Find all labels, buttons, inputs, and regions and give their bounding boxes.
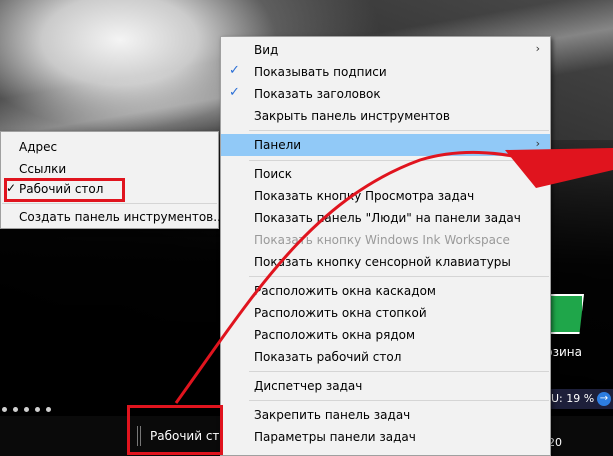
annotation-box-submenu (4, 178, 125, 202)
menu-item-people[interactable]: Показать панель "Люди" на панели задач (221, 207, 550, 229)
menu-item-task-view[interactable]: Показать кнопку Просмотра задач (221, 185, 550, 207)
annotation-box-taskbar (127, 405, 223, 455)
cpu-indicator[interactable]: U: 19 % → (545, 389, 613, 409)
menu-item-panels[interactable]: Панели › (221, 134, 550, 156)
menu-item-close-toolbar[interactable]: Закрыть панель инструментов (221, 105, 550, 127)
separator (249, 371, 549, 372)
recycle-bin-icon[interactable] (546, 294, 584, 334)
submenu-item-links[interactable]: Ссылки (1, 158, 218, 180)
chevron-right-icon: › (535, 42, 540, 55)
menu-item-ink-workspace: Показать кнопку Windows Ink Workspace (254, 233, 510, 247)
arrow-right-icon[interactable]: → (597, 392, 611, 406)
menu-item-task-manager[interactable]: Диспетчер задач (221, 375, 550, 397)
separator (249, 160, 549, 161)
separator (249, 400, 549, 401)
taskbar-context-menu: Вид › ✓ Показывать подписи ✓ Показать за… (220, 36, 551, 456)
checkmark-icon: ✓ (229, 63, 240, 78)
menu-item-show-labels[interactable]: ✓ Показывать подписи (221, 61, 550, 83)
submenu-item-create-toolbar[interactable]: Создать панель инструментов... (1, 206, 225, 228)
menu-item-show-desktop[interactable]: Показать рабочий стол (221, 346, 550, 368)
menu-item-lock-taskbar[interactable]: Закрепить панель задач (221, 404, 550, 426)
separator (249, 276, 549, 277)
taskbar-dots (0, 407, 51, 415)
menu-item-touch-keyboard[interactable]: Показать кнопку сенсорной клавиатуры (221, 251, 550, 273)
menu-item-search[interactable]: Поиск (221, 163, 550, 185)
separator (249, 130, 549, 131)
menu-item-taskbar-settings[interactable]: Параметры панели задач (221, 426, 550, 448)
menu-item-stack[interactable]: Расположить окна стопкой (221, 302, 550, 324)
separator (2, 203, 217, 204)
menu-item-show-title[interactable]: ✓ Показать заголовок (221, 83, 550, 105)
menu-item-cascade[interactable]: Расположить окна каскадом (221, 280, 550, 302)
menu-item-view[interactable]: Вид › (221, 39, 550, 61)
chevron-right-icon: › (535, 137, 540, 150)
menu-item-side-by-side[interactable]: Расположить окна рядом (221, 324, 550, 346)
checkmark-icon: ✓ (229, 85, 240, 100)
cpu-indicator-text: U: 19 % (551, 392, 595, 405)
submenu-item-address[interactable]: Адрес (1, 136, 218, 158)
